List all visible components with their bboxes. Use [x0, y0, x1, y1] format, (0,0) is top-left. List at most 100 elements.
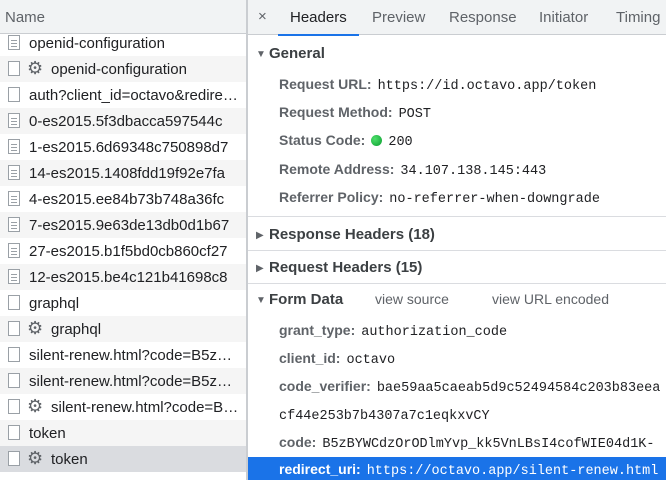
request-row[interactable]: 7-es2015.9e63de13db0d1b67	[0, 212, 246, 238]
request-row[interactable]: 12-es2015.be4c121b41698c8	[0, 264, 246, 290]
file-icon	[8, 295, 20, 310]
doc-icon	[8, 35, 20, 50]
remote-address-row: Remote Address: 34.107.138.145:443	[279, 161, 546, 179]
details-tab-bar: × Headers Preview Response Initiator Tim…	[248, 0, 666, 36]
gear-icon: ⚙	[27, 58, 44, 78]
request-row[interactable]: ⚙ openid-configuration	[0, 56, 246, 82]
request-row[interactable]: graphql	[0, 290, 246, 316]
request-row[interactable]: silent-renew.html?code=B5zBYWCdz	[0, 368, 246, 394]
section-divider	[248, 216, 666, 217]
name-column-header[interactable]: Name	[0, 0, 246, 34]
request-headers-title: Request Headers (15)	[269, 259, 423, 276]
request-row[interactable]: 0-es2015.5f3dbacca597544c	[0, 108, 246, 134]
doc-icon	[8, 139, 20, 154]
file-icon	[8, 347, 20, 362]
general-section-toggle[interactable]: ▼ General	[256, 45, 325, 62]
redirect-uri-value: https://octavo.app/silent-renew.html	[366, 464, 659, 479]
request-headers-section-toggle[interactable]: ▶ Request Headers (15)	[256, 259, 422, 276]
general-section-title: General	[269, 45, 325, 62]
request-name: openid-configuration	[51, 61, 187, 78]
collapsed-triangle-icon: ▶	[256, 263, 264, 274]
tab-initiator[interactable]: Initiator	[539, 9, 588, 26]
grant-type-value: authorization_code	[361, 325, 508, 340]
code-label: code:	[279, 434, 317, 450]
gear-icon: ⚙	[27, 448, 44, 468]
name-column-label: Name	[5, 9, 46, 26]
client-id-row: client_id: octavo	[279, 350, 395, 368]
request-name: token	[29, 425, 66, 442]
code-verifier-value: bae59aa5caeab5d9c52494584c203b83eea	[376, 381, 661, 396]
request-row[interactable]: token	[0, 420, 246, 446]
section-divider	[248, 283, 666, 284]
grant-type-row: grant_type: authorization_code	[279, 322, 507, 340]
request-name: 14-es2015.1408fdd19f92e7fa	[29, 165, 226, 182]
redirect-uri-row[interactable]: redirect_uri: https://octavo.app/silent-r…	[248, 457, 666, 480]
response-headers-title: Response Headers (18)	[269, 226, 435, 243]
request-name: auth?client_id=octavo&redirect_uri=https…	[29, 87, 241, 104]
expanded-triangle-icon: ▼	[256, 295, 266, 306]
tab-preview[interactable]: Preview	[372, 9, 425, 26]
request-name: silent-renew.html?code=B5zBYWCdz	[29, 347, 241, 364]
request-url-label: Request URL:	[279, 76, 372, 92]
file-icon	[8, 61, 20, 76]
referrer-policy-row: Referrer Policy: no-referrer-when-downgra…	[279, 189, 600, 207]
request-name: token	[51, 451, 88, 468]
request-row[interactable]: silent-renew.html?code=B5zBYWCdz	[0, 342, 246, 368]
code-row: code: B5zBYWCdzOrODlmYvp_kk5VnLBsI4cofWIE…	[279, 434, 655, 452]
status-code-value: 200	[388, 135, 413, 150]
status-ok-icon	[371, 135, 383, 146]
request-row[interactable]: 4-es2015.ee84b73b748a36fc	[0, 186, 246, 212]
form-data-section-toggle[interactable]: ▼ Form Data	[256, 291, 343, 308]
tab-headers[interactable]: Headers	[278, 9, 359, 36]
code-verifier-row: code_verifier: bae59aa5caeab5d9c52494584c…	[279, 378, 660, 396]
file-icon	[8, 321, 20, 336]
view-url-encoded-link[interactable]: view URL encoded	[492, 291, 609, 307]
request-row[interactable]: 1-es2015.6d69348c750898d7	[0, 134, 246, 160]
redirect-uri-label: redirect_uri:	[279, 461, 361, 477]
status-code-row: Status Code: 200	[279, 132, 413, 150]
view-source-link[interactable]: view source	[375, 291, 449, 307]
request-row[interactable]: openid-configuration	[0, 30, 246, 56]
collapsed-triangle-icon: ▶	[256, 230, 264, 241]
code-verifier-value-cont: cf44e253b7b4307a7c1eqkxvCY	[279, 409, 490, 424]
code-verifier-label: code_verifier:	[279, 378, 371, 394]
request-name: 7-es2015.9e63de13db0d1b67	[29, 217, 230, 234]
file-icon	[8, 451, 20, 466]
request-list: openid-configuration ⚙ openid-configuratio…	[0, 30, 246, 472]
gear-icon: ⚙	[27, 396, 44, 416]
referrer-policy-value: no-referrer-when-downgrade	[389, 192, 600, 207]
request-method-label: Request Method:	[279, 104, 393, 120]
file-icon	[8, 87, 20, 102]
request-name: graphql	[51, 321, 102, 338]
client-id-label: client_id:	[279, 350, 341, 366]
request-name: silent-renew.html?code=B5zBYWCdz	[29, 373, 241, 390]
request-row[interactable]: ⚙ graphql	[0, 316, 246, 342]
file-icon	[8, 373, 20, 388]
request-name: 0-es2015.5f3dbacca597544c	[29, 113, 223, 130]
doc-icon	[8, 269, 20, 284]
request-method-value: POST	[398, 107, 431, 122]
request-row[interactable]: ⚙ silent-renew.html?code=B5zBYWCdz	[0, 394, 246, 420]
request-url-value: https://id.octavo.app/token	[377, 79, 597, 94]
doc-icon	[8, 113, 20, 128]
status-code-label: Status Code:	[279, 132, 366, 148]
referrer-policy-label: Referrer Policy:	[279, 189, 384, 205]
request-row[interactable]: auth?client_id=octavo&redirect_uri=https…	[0, 82, 246, 108]
headers-content: ▼ General Request URL: https://id.octavo.a…	[248, 35, 666, 480]
remote-address-value: 34.107.138.145:443	[400, 164, 547, 179]
request-row[interactable]: ⚙ token	[0, 446, 246, 472]
request-details-panel: × Headers Preview Response Initiator Tim…	[248, 0, 666, 480]
remote-address-label: Remote Address:	[279, 161, 395, 177]
code-value: B5zBYWCdzOrODlmYvp_kk5VnLBsI4cofWIE04d1K…	[322, 437, 655, 452]
tab-timing[interactable]: Timing	[616, 9, 660, 26]
request-row[interactable]: 27-es2015.b1f5bd0cb860cf27	[0, 238, 246, 264]
response-headers-section-toggle[interactable]: ▶ Response Headers (18)	[256, 226, 435, 243]
request-method-row: Request Method: POST	[279, 104, 431, 122]
code-verifier-continuation: cf44e253b7b4307a7c1eqkxvCY	[279, 406, 490, 424]
request-row[interactable]: 14-es2015.1408fdd19f92e7fa	[0, 160, 246, 186]
request-name: 4-es2015.ee84b73b748a36fc	[29, 191, 225, 208]
close-icon[interactable]: ×	[258, 8, 267, 25]
request-name: 27-es2015.b1f5bd0cb860cf27	[29, 243, 228, 260]
section-divider	[248, 250, 666, 251]
tab-response[interactable]: Response	[449, 9, 517, 26]
